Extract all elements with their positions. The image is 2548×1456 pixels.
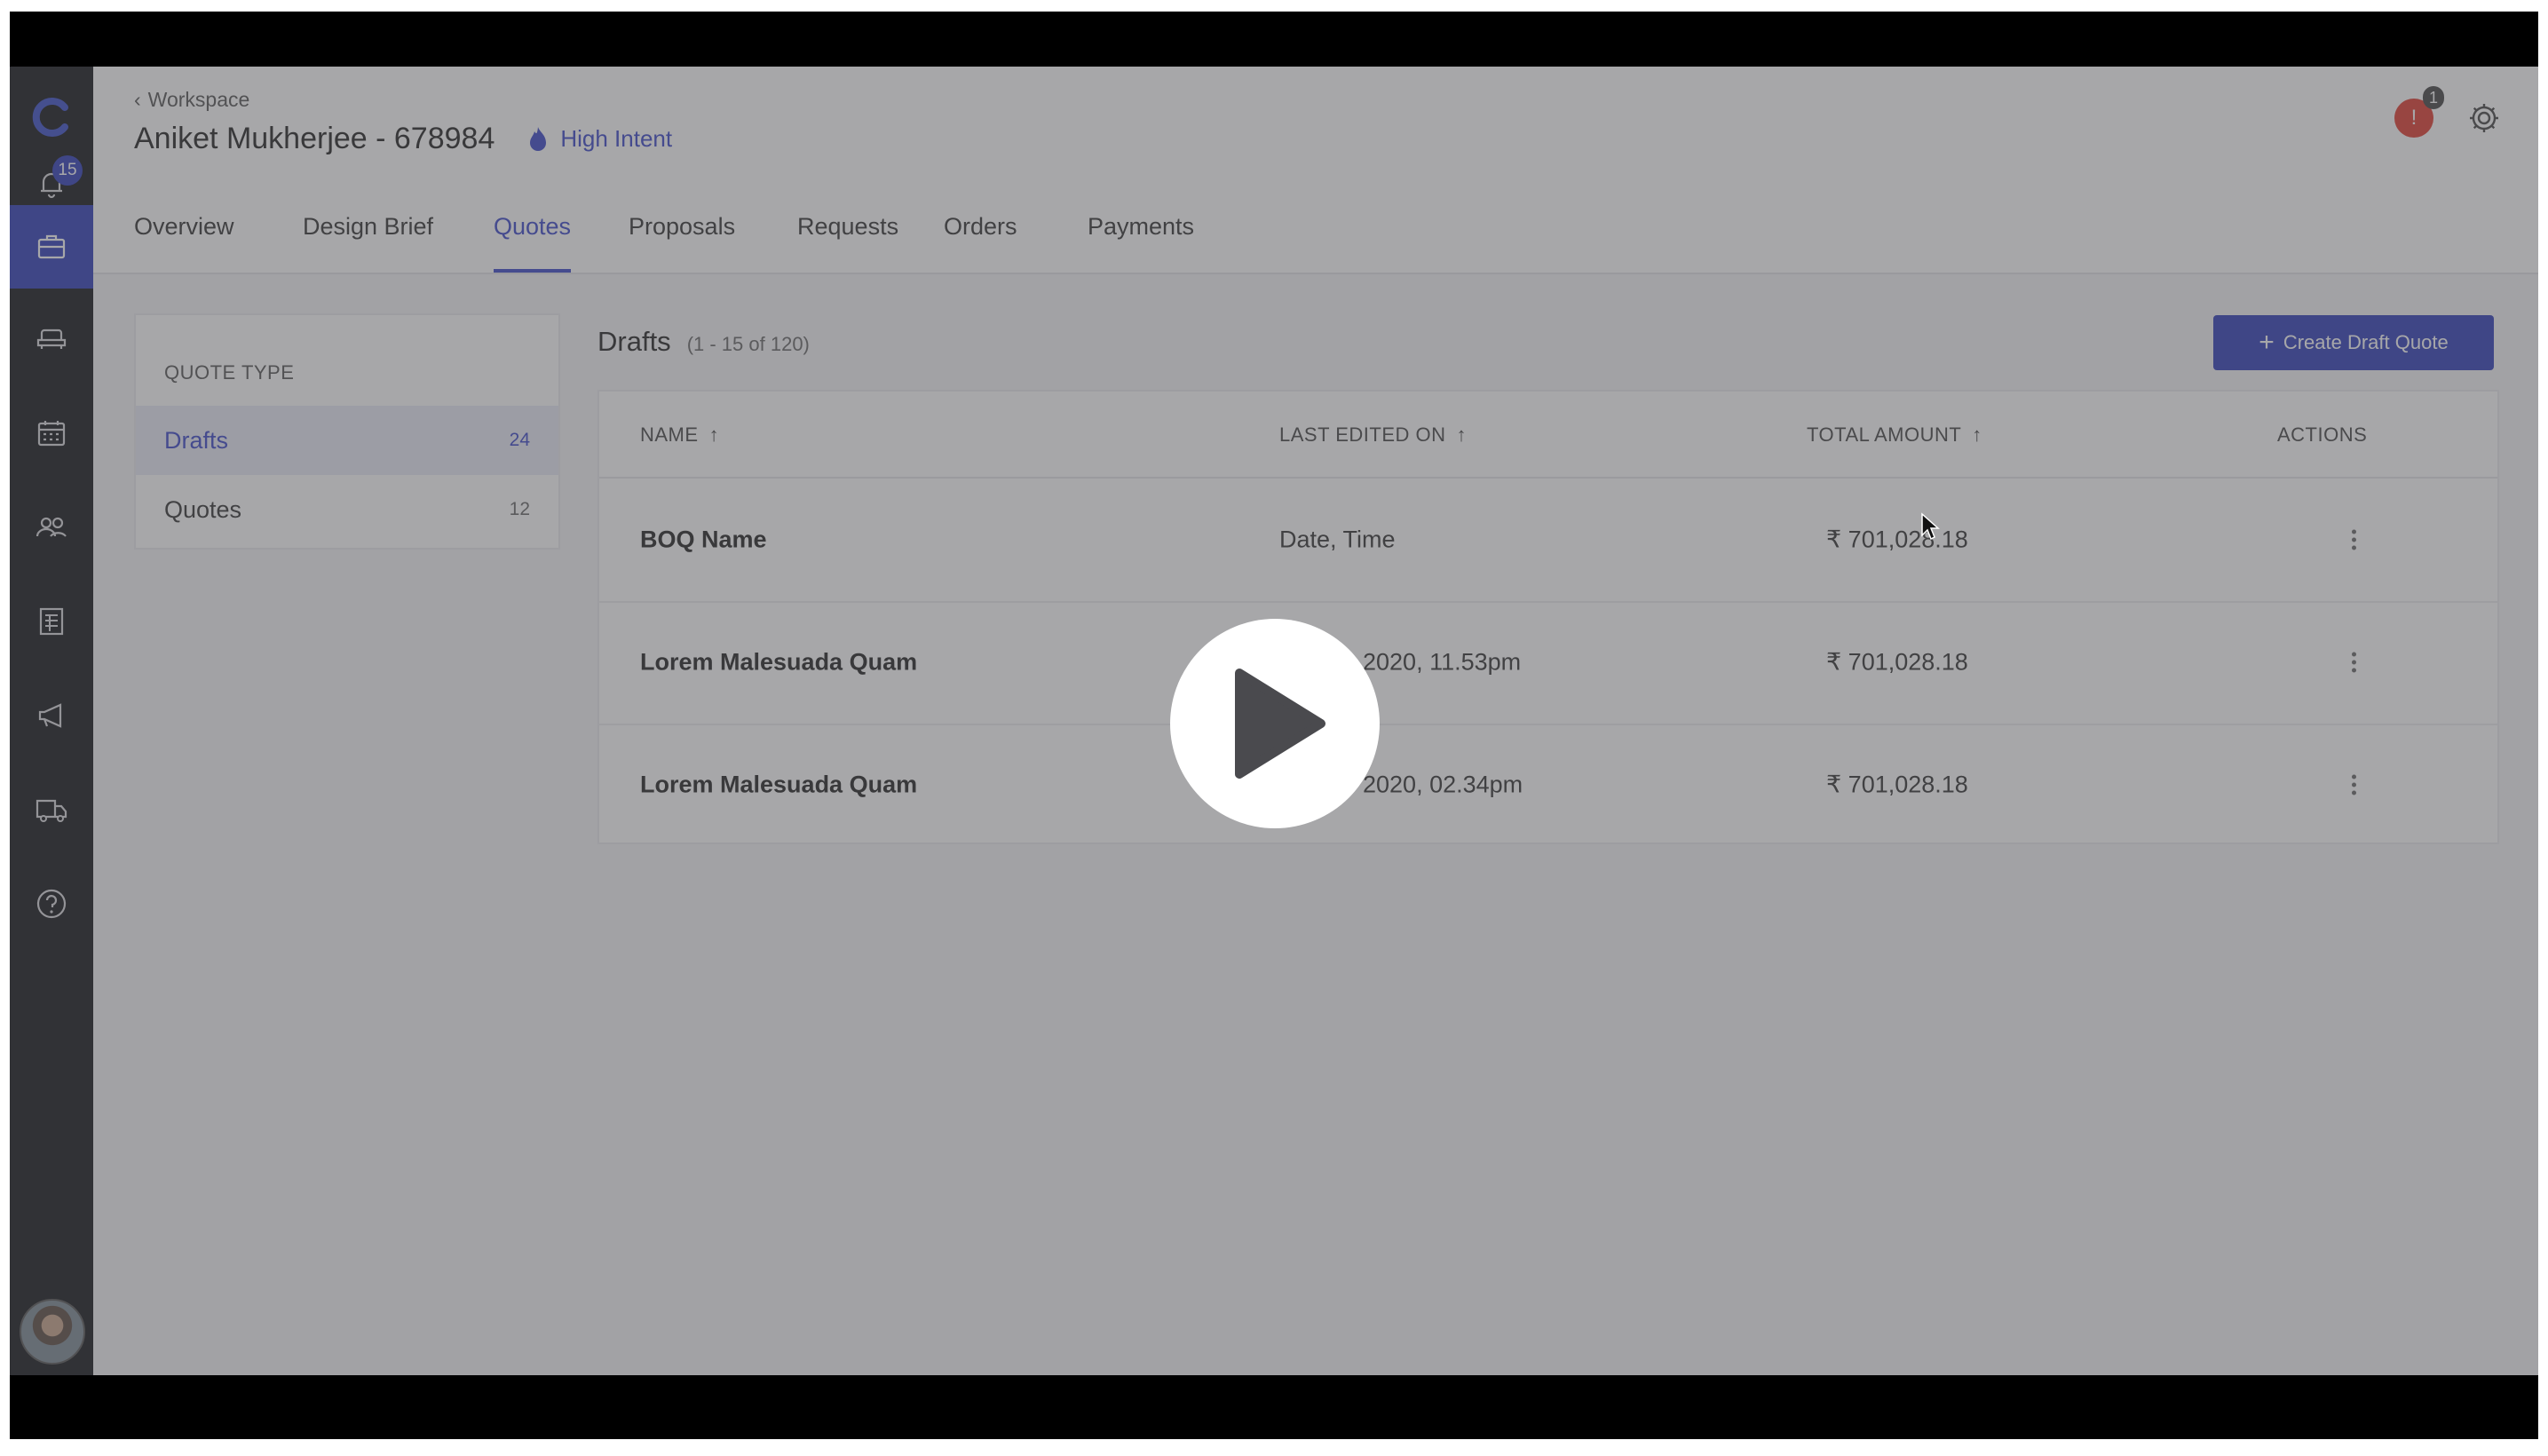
play-button[interactable] bbox=[1170, 619, 1380, 828]
mouse-cursor-icon bbox=[1921, 512, 1940, 541]
play-icon bbox=[1235, 669, 1325, 779]
